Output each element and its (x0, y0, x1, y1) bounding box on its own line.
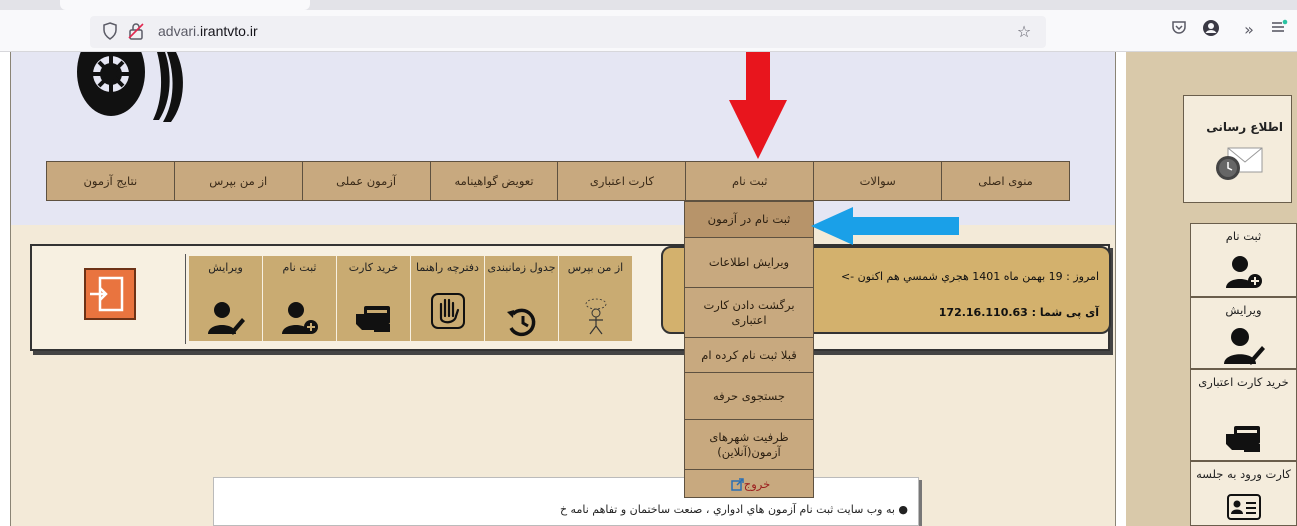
register-dropdown: ثبت نام در آزمون ویرایش اطلاعات برگشت دا… (684, 201, 814, 498)
menu-item-exam-results[interactable]: نتایج آزمون (45, 161, 175, 201)
web-page: منوی اصلی سوالات ثبت نام کارت اعتباری تع… (0, 52, 1297, 526)
ip-text: آی پی شما : 172.16.110.63 (938, 306, 1099, 319)
external-link-icon (731, 477, 744, 491)
pocket-icon[interactable] (1168, 19, 1190, 41)
main-column: منوی اصلی سوالات ثبت نام کارت اعتباری تع… (10, 52, 1116, 526)
menu-item-ask-me[interactable]: از من بپرس (173, 161, 303, 201)
user-add-icon (281, 302, 318, 334)
active-tab[interactable] (60, 0, 310, 10)
side-buy-card-button[interactable]: خرید کارت اعتباری (1190, 369, 1297, 461)
id-card-icon (1226, 494, 1261, 520)
news-line: ● به وب سایت ثبت نام آزمون هاي ادواري ، … (559, 503, 908, 516)
menu-item-practical-exam[interactable]: آزمون عملی (301, 161, 431, 201)
quick-ask-me-button[interactable]: از من بپرس (559, 256, 632, 341)
quick-register-button[interactable]: ثبت نام (263, 256, 336, 341)
blue-arrow-annotation (811, 207, 959, 245)
right-sidebar: اطلاع رسانی ثبت نام ویرایش خرید کارت اعت… (1126, 52, 1297, 526)
quick-schedule-button[interactable]: جدول زمانبندی (485, 256, 558, 341)
mail-clock-icon (1216, 147, 1263, 180)
lock-icon[interactable] (126, 22, 146, 42)
menu-item-credit-card[interactable]: کارت اعتباری (557, 161, 687, 201)
side-register-button[interactable]: ثبت نام (1190, 223, 1297, 297)
divider (185, 254, 186, 344)
quick-edit-button[interactable]: ویرایش (189, 256, 262, 341)
thinking-person-icon (585, 298, 606, 335)
user-edit-icon (207, 302, 245, 335)
side-edit-button[interactable]: ویرایش (1190, 297, 1297, 369)
dropdown-item-edit-info[interactable]: ویرایش اطلاعات (685, 238, 813, 288)
shield-icon[interactable] (100, 22, 120, 42)
address-bar[interactable]: advari.irantvto.ir ☆ (90, 16, 1046, 48)
dropdown-item-job-search[interactable]: جستجوی حرفه (685, 373, 813, 420)
card-hand-icon (355, 306, 390, 332)
tab-strip (0, 0, 1297, 10)
browser-toolbar: advari.irantvto.ir ☆ » (0, 10, 1297, 52)
url-text[interactable]: advari.irantvto.ir (158, 23, 258, 39)
dropdown-item-return-card[interactable]: برگشت دادن کارت اعتباری (685, 288, 813, 338)
top-menu: منوی اصلی سوالات ثبت نام کارت اعتباری تع… (39, 161, 1070, 201)
hand-icon (430, 293, 465, 329)
exit-icon[interactable] (84, 268, 136, 320)
user-add-icon (1225, 256, 1262, 288)
menu-item-main[interactable]: منوی اصلی (941, 161, 1070, 201)
header-area: منوی اصلی سوالات ثبت نام کارت اعتباری تع… (11, 52, 1115, 225)
site-logo (77, 52, 183, 122)
quick-buy-card-button[interactable]: خرید کارت (337, 256, 410, 341)
menu-item-register[interactable]: ثبت نام (685, 161, 815, 201)
account-icon[interactable] (1200, 19, 1222, 41)
dropdown-item-already-registered[interactable]: قبلا ثبت نام کرده ام (685, 338, 813, 373)
side-entry-card-button[interactable]: کارت ورود به جلسه (1190, 461, 1297, 526)
dropdown-item-city-capacity[interactable]: ظرفیت شهرهای آزمون(آنلاین) (685, 420, 813, 470)
date-text: امروز : 19 بهمن ماه 1401 هجري شمسي هم اك… (840, 270, 1099, 283)
quick-guide-button[interactable]: دفترچه راهنما (411, 256, 484, 341)
red-arrow-annotation (729, 52, 787, 159)
menu-item-questions[interactable]: سوالات (813, 161, 943, 201)
notification-box[interactable]: اطلاع رسانی (1183, 95, 1292, 203)
card-hand-icon (1225, 426, 1260, 452)
user-edit-icon (1223, 328, 1265, 365)
star-icon[interactable]: ☆ (1014, 22, 1034, 42)
overflow-icon[interactable]: » (1238, 19, 1260, 41)
menu-item-license-exchange[interactable]: تعویض گواهینامه (429, 161, 559, 201)
menu-icon[interactable] (1268, 19, 1290, 41)
clock-history-icon (506, 308, 535, 337)
quick-access-panel: ویرایش ثبت نام خرید کارت دفترچه راهنما ج… (30, 244, 1111, 351)
dropdown-item-exam-register[interactable]: ثبت نام در آزمون (685, 202, 813, 238)
dropdown-item-exit[interactable]: خروج (685, 470, 813, 498)
